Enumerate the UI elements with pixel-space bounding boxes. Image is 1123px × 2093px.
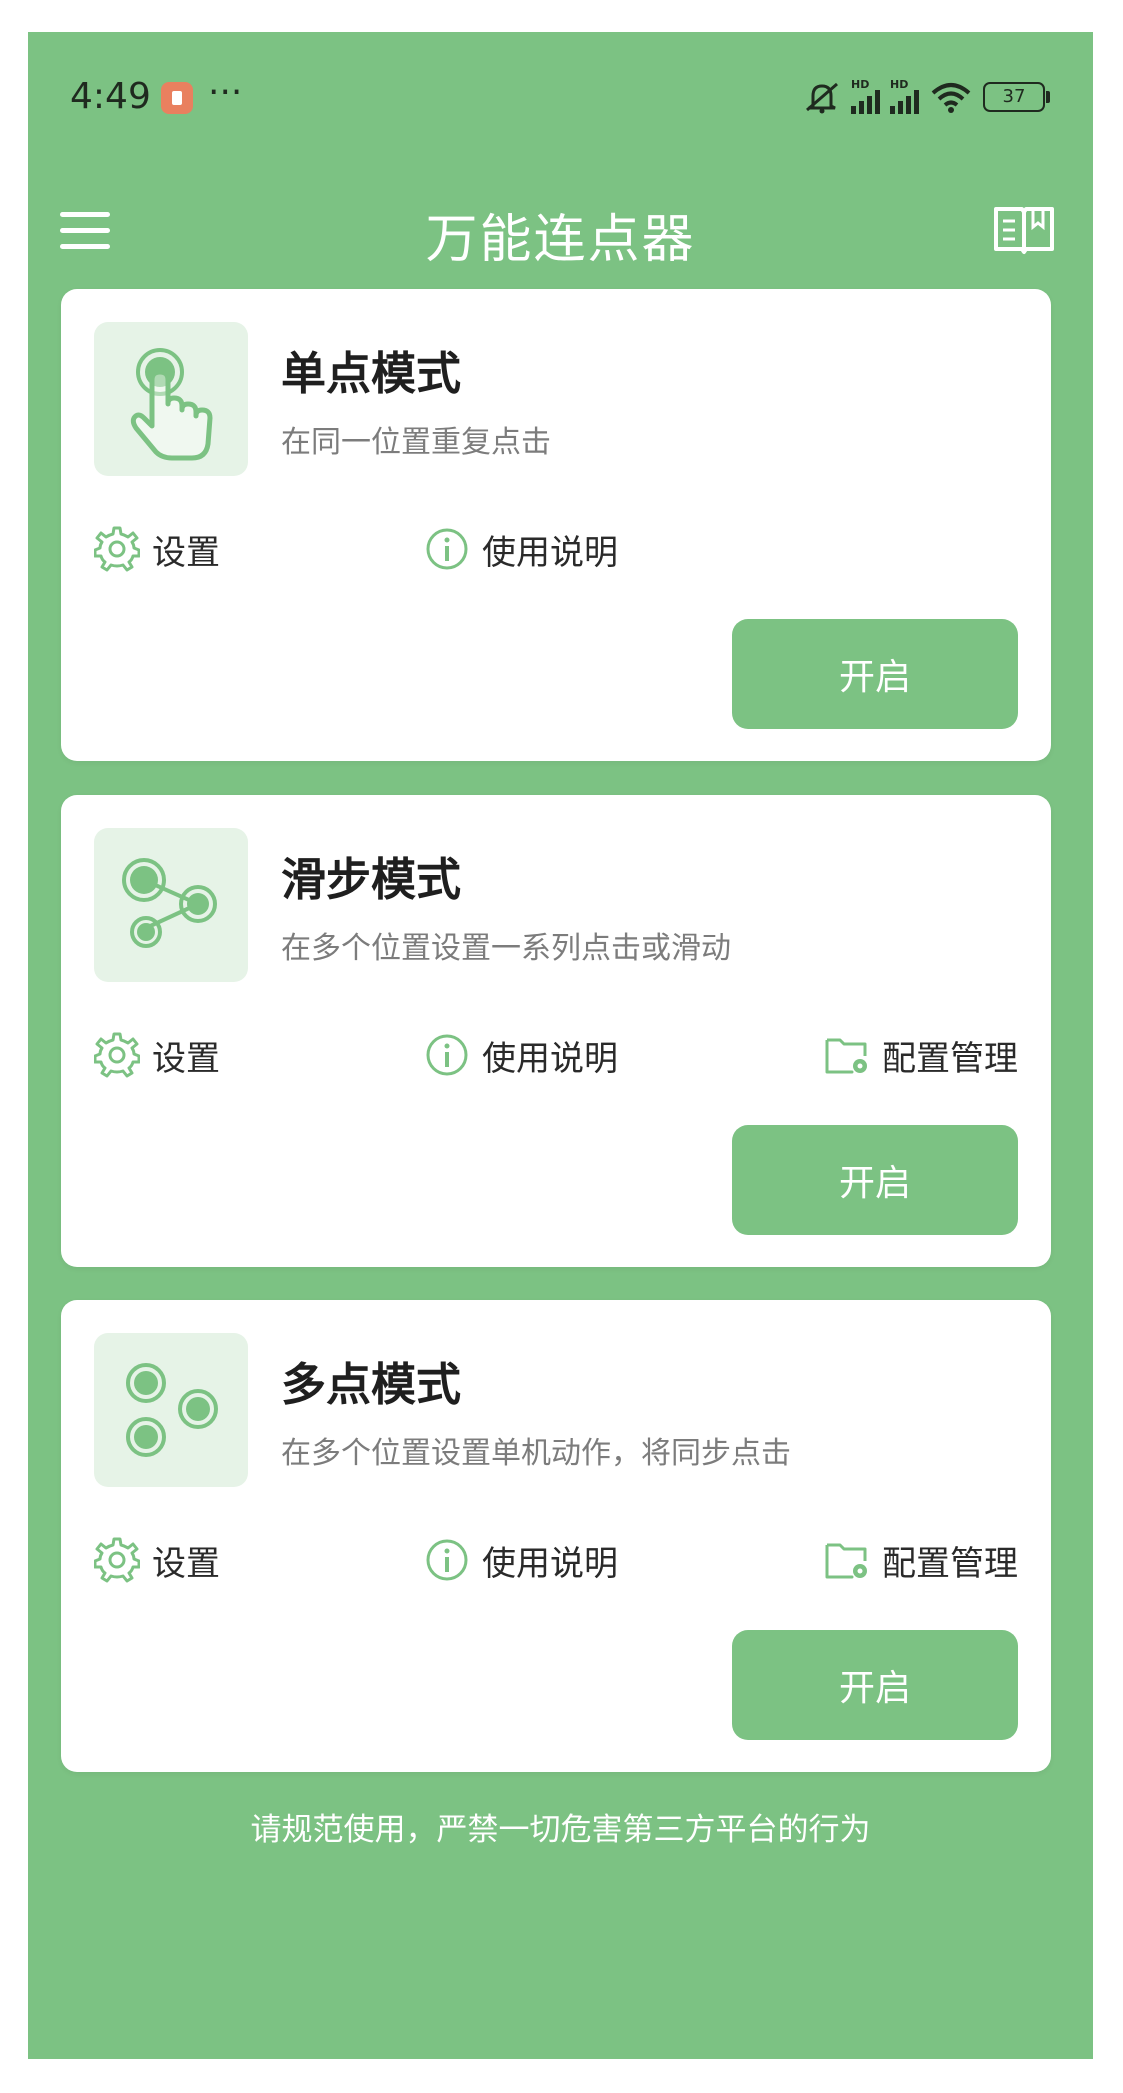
page-title: 万能连点器: [425, 210, 696, 270]
settings-label: 设置: [152, 532, 220, 573]
mode-description: 在多个位置设置一系列点击或滑动: [281, 931, 731, 966]
system-icons: HD HD 37: [803, 79, 1050, 114]
config-manage-link[interactable]: 配置管理: [824, 1532, 1018, 1588]
status-time: 4:49: [70, 76, 151, 117]
folder-gear-icon: [825, 1038, 867, 1074]
settings-link[interactable]: 设置: [94, 1027, 220, 1083]
info-icon: [426, 528, 468, 570]
status-bar: 4:49 ··· HD HD 37: [28, 32, 1093, 167]
multi-point-mode-card: 多点模式 在多个位置设置单机动作，将同步点击 设置 使用说明 配置管理 开启: [61, 1300, 1051, 1772]
more-notifications-icon: ···: [208, 72, 243, 113]
card-actions: 设置 使用说明 配置管理: [94, 1532, 1018, 1588]
start-button[interactable]: 开启: [732, 1125, 1018, 1235]
config-manage-label: 配置管理: [882, 1038, 1018, 1079]
notification-app-icon: [161, 82, 193, 114]
card-actions: 设置 使用说明: [94, 521, 1018, 577]
settings-label: 设置: [152, 1543, 220, 1584]
swipe-nodes-icon: [94, 828, 248, 982]
app-bar: 万能连点器: [28, 167, 1093, 292]
multi-dots-icon: [94, 1333, 248, 1487]
settings-link[interactable]: 设置: [94, 521, 220, 577]
start-button[interactable]: 开启: [732, 619, 1018, 729]
battery-icon: 37: [983, 82, 1050, 112]
mode-title: 多点模式: [281, 1358, 462, 1411]
phone-screen: 4:49 ··· HD HD 37 万能连点器 单点模式 在同一位置重复点击 设…: [28, 32, 1093, 2059]
gear-icon: [94, 1537, 140, 1583]
tap-hand-icon: [94, 322, 248, 476]
usage-notice: 请规范使用，严禁一切危害第三方平台的行为: [250, 1812, 871, 1848]
instructions-link[interactable]: 使用说明: [424, 1532, 618, 1588]
gear-icon: [94, 526, 140, 572]
mute-bell-icon: [806, 82, 838, 114]
settings-link[interactable]: 设置: [94, 1532, 220, 1588]
folder-gear-icon: [825, 1543, 867, 1579]
mode-title: 单点模式: [281, 347, 462, 400]
wifi-icon: [931, 83, 971, 113]
mode-description: 在多个位置设置单机动作，将同步点击: [281, 1436, 791, 1471]
signal-icon: HD: [851, 79, 880, 114]
start-button[interactable]: 开启: [732, 1630, 1018, 1740]
book-icon[interactable]: [993, 203, 1055, 255]
card-actions: 设置 使用说明 配置管理: [94, 1027, 1018, 1083]
instructions-link[interactable]: 使用说明: [424, 521, 618, 577]
single-point-mode-card: 单点模式 在同一位置重复点击 设置 使用说明 开启: [61, 289, 1051, 761]
swipe-mode-card: 滑步模式 在多个位置设置一系列点击或滑动 设置 使用说明 配置管理 开启: [61, 795, 1051, 1267]
config-manage-link[interactable]: 配置管理: [824, 1027, 1018, 1083]
config-manage-label: 配置管理: [882, 1543, 1018, 1584]
mode-description: 在同一位置重复点击: [281, 425, 551, 460]
signal-icon: HD: [890, 79, 919, 114]
mode-title: 滑步模式: [281, 853, 462, 906]
instructions-label: 使用说明: [482, 1543, 618, 1584]
gear-icon: [94, 1032, 140, 1078]
instructions-label: 使用说明: [482, 532, 618, 573]
settings-label: 设置: [152, 1038, 220, 1079]
instructions-label: 使用说明: [482, 1038, 618, 1079]
info-icon: [426, 1034, 468, 1076]
instructions-link[interactable]: 使用说明: [424, 1027, 618, 1083]
info-icon: [426, 1539, 468, 1581]
